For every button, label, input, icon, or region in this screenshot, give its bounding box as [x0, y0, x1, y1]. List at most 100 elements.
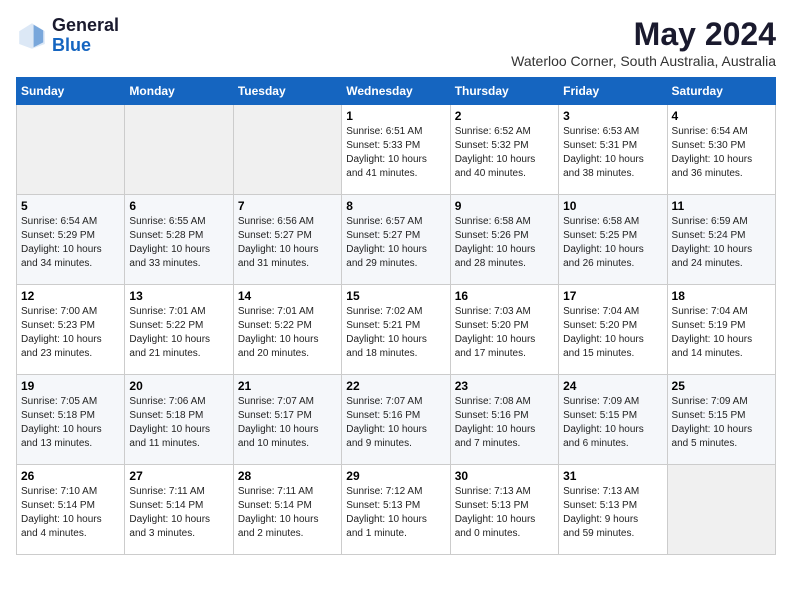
day-number: 24: [563, 379, 662, 393]
day-number: 2: [455, 109, 554, 123]
day-info: Sunrise: 6:54 AM Sunset: 5:29 PM Dayligh…: [21, 215, 120, 271]
day-number: 27: [129, 469, 228, 483]
day-number: 30: [455, 469, 554, 483]
calendar-cell: 2 Sunrise: 6:52 AM Sunset: 5:32 PM Daylig…: [450, 105, 558, 195]
calendar-cell: 27 Sunrise: 7:11 AM Sunset: 5:14 PM Dayli…: [125, 465, 233, 555]
day-number: 7: [238, 199, 337, 213]
day-number: 11: [672, 199, 771, 213]
day-number: 1: [346, 109, 445, 123]
day-number: 8: [346, 199, 445, 213]
calendar-cell: 13Sunrise: 7:01 AM Sunset: 5:22 PM Dayli…: [125, 285, 233, 375]
day-info: Sunrise: 6:51 AM Sunset: 5:33 PM Dayligh…: [346, 125, 445, 181]
day-number: 18: [672, 289, 771, 303]
logo-blue: Blue: [52, 35, 91, 55]
calendar-cell: 5 Sunrise: 6:54 AM Sunset: 5:29 PM Daylig…: [17, 195, 125, 285]
calendar-cell: 28 Sunrise: 7:11 AM Sunset: 5:14 PM Dayli…: [233, 465, 341, 555]
calendar-cell: 10 Sunrise: 6:58 AM Sunset: 5:25 PM Dayli…: [559, 195, 667, 285]
calendar-week-2: 5 Sunrise: 6:54 AM Sunset: 5:29 PM Daylig…: [17, 195, 776, 285]
day-number: 3: [563, 109, 662, 123]
day-header-thursday: Thursday: [450, 78, 558, 105]
calendar-week-3: 12 Sunrise: 7:00 AM Sunset: 5:23 PM Dayli…: [17, 285, 776, 375]
day-info: Sunrise: 7:01 AM Sunset: 5:22 PM Dayligh…: [238, 305, 337, 361]
logo-general: General: [52, 15, 119, 35]
calendar-cell: 21 Sunrise: 7:07 AM Sunset: 5:17 PM Dayli…: [233, 375, 341, 465]
day-number: 16: [455, 289, 554, 303]
day-info: Sunrise: 7:11 AM Sunset: 5:14 PM Dayligh…: [238, 485, 337, 541]
day-info: Sunrise: 7:03 AM Sunset: 5:20 PM Dayligh…: [455, 305, 554, 361]
calendar-cell: 19 Sunrise: 7:05 AM Sunset: 5:18 PM Dayli…: [17, 375, 125, 465]
calendar-cell: 14 Sunrise: 7:01 AM Sunset: 5:22 PM Dayli…: [233, 285, 341, 375]
day-header-wednesday: Wednesday: [342, 78, 450, 105]
calendar-cell: [667, 465, 775, 555]
month-title: May 2024: [511, 16, 776, 53]
day-number: 17: [563, 289, 662, 303]
day-info: Sunrise: 7:09 AM Sunset: 5:15 PM Dayligh…: [672, 395, 771, 451]
calendar-cell: 3 Sunrise: 6:53 AM Sunset: 5:31 PM Daylig…: [559, 105, 667, 195]
logo: General Blue: [16, 16, 119, 56]
day-info: Sunrise: 7:13 AM Sunset: 5:13 PM Dayligh…: [455, 485, 554, 541]
day-info: Sunrise: 6:56 AM Sunset: 5:27 PM Dayligh…: [238, 215, 337, 271]
day-info: Sunrise: 6:58 AM Sunset: 5:25 PM Dayligh…: [563, 215, 662, 271]
calendar-week-1: 1 Sunrise: 6:51 AM Sunset: 5:33 PM Daylig…: [17, 105, 776, 195]
day-number: 21: [238, 379, 337, 393]
day-info: Sunrise: 6:57 AM Sunset: 5:27 PM Dayligh…: [346, 215, 445, 271]
day-number: 6: [129, 199, 228, 213]
day-number: 14: [238, 289, 337, 303]
page-header: General Blue May 2024 Waterloo Corner, S…: [16, 16, 776, 69]
calendar-week-4: 19 Sunrise: 7:05 AM Sunset: 5:18 PM Dayli…: [17, 375, 776, 465]
day-header-friday: Friday: [559, 78, 667, 105]
day-info: Sunrise: 7:00 AM Sunset: 5:23 PM Dayligh…: [21, 305, 120, 361]
day-number: 10: [563, 199, 662, 213]
calendar-cell: 18 Sunrise: 7:04 AM Sunset: 5:19 PM Dayli…: [667, 285, 775, 375]
day-number: 5: [21, 199, 120, 213]
calendar-header-row: SundayMondayTuesdayWednesdayThursdayFrid…: [17, 78, 776, 105]
day-header-saturday: Saturday: [667, 78, 775, 105]
day-info: Sunrise: 7:08 AM Sunset: 5:16 PM Dayligh…: [455, 395, 554, 451]
calendar-week-5: 26Sunrise: 7:10 AM Sunset: 5:14 PM Dayli…: [17, 465, 776, 555]
title-block: May 2024 Waterloo Corner, South Australi…: [511, 16, 776, 69]
calendar-cell: 15Sunrise: 7:02 AM Sunset: 5:21 PM Dayli…: [342, 285, 450, 375]
day-header-tuesday: Tuesday: [233, 78, 341, 105]
day-info: Sunrise: 6:52 AM Sunset: 5:32 PM Dayligh…: [455, 125, 554, 181]
day-info: Sunrise: 6:54 AM Sunset: 5:30 PM Dayligh…: [672, 125, 771, 181]
day-number: 23: [455, 379, 554, 393]
calendar-table: SundayMondayTuesdayWednesdayThursdayFrid…: [16, 77, 776, 555]
day-info: Sunrise: 7:13 AM Sunset: 5:13 PM Dayligh…: [563, 485, 662, 541]
day-number: 15: [346, 289, 445, 303]
day-info: Sunrise: 7:06 AM Sunset: 5:18 PM Dayligh…: [129, 395, 228, 451]
day-info: Sunrise: 7:12 AM Sunset: 5:13 PM Dayligh…: [346, 485, 445, 541]
day-info: Sunrise: 7:07 AM Sunset: 5:16 PM Dayligh…: [346, 395, 445, 451]
day-number: 31: [563, 469, 662, 483]
calendar-cell: 8 Sunrise: 6:57 AM Sunset: 5:27 PM Daylig…: [342, 195, 450, 285]
calendar-cell: 1 Sunrise: 6:51 AM Sunset: 5:33 PM Daylig…: [342, 105, 450, 195]
calendar-cell: 16 Sunrise: 7:03 AM Sunset: 5:20 PM Dayli…: [450, 285, 558, 375]
day-info: Sunrise: 7:05 AM Sunset: 5:18 PM Dayligh…: [21, 395, 120, 451]
calendar-cell: 11 Sunrise: 6:59 AM Sunset: 5:24 PM Dayli…: [667, 195, 775, 285]
day-number: 26: [21, 469, 120, 483]
day-number: 25: [672, 379, 771, 393]
calendar-cell: 31 Sunrise: 7:13 AM Sunset: 5:13 PM Dayli…: [559, 465, 667, 555]
day-info: Sunrise: 7:09 AM Sunset: 5:15 PM Dayligh…: [563, 395, 662, 451]
calendar-cell: 24 Sunrise: 7:09 AM Sunset: 5:15 PM Dayli…: [559, 375, 667, 465]
calendar-cell: 6 Sunrise: 6:55 AM Sunset: 5:28 PM Daylig…: [125, 195, 233, 285]
calendar-cell: 22Sunrise: 7:07 AM Sunset: 5:16 PM Dayli…: [342, 375, 450, 465]
day-header-sunday: Sunday: [17, 78, 125, 105]
logo-text: General Blue: [52, 16, 119, 56]
day-info: Sunrise: 7:01 AM Sunset: 5:22 PM Dayligh…: [129, 305, 228, 361]
day-header-monday: Monday: [125, 78, 233, 105]
day-info: Sunrise: 6:55 AM Sunset: 5:28 PM Dayligh…: [129, 215, 228, 271]
calendar-cell: 20Sunrise: 7:06 AM Sunset: 5:18 PM Dayli…: [125, 375, 233, 465]
day-info: Sunrise: 6:59 AM Sunset: 5:24 PM Dayligh…: [672, 215, 771, 271]
day-info: Sunrise: 7:11 AM Sunset: 5:14 PM Dayligh…: [129, 485, 228, 541]
calendar-cell: 29Sunrise: 7:12 AM Sunset: 5:13 PM Dayli…: [342, 465, 450, 555]
day-number: 19: [21, 379, 120, 393]
day-info: Sunrise: 6:53 AM Sunset: 5:31 PM Dayligh…: [563, 125, 662, 181]
calendar-cell: [233, 105, 341, 195]
day-info: Sunrise: 7:07 AM Sunset: 5:17 PM Dayligh…: [238, 395, 337, 451]
calendar-body: 1 Sunrise: 6:51 AM Sunset: 5:33 PM Daylig…: [17, 105, 776, 555]
calendar-cell: 12 Sunrise: 7:00 AM Sunset: 5:23 PM Dayli…: [17, 285, 125, 375]
day-number: 4: [672, 109, 771, 123]
day-info: Sunrise: 7:04 AM Sunset: 5:19 PM Dayligh…: [672, 305, 771, 361]
day-number: 12: [21, 289, 120, 303]
day-number: 28: [238, 469, 337, 483]
